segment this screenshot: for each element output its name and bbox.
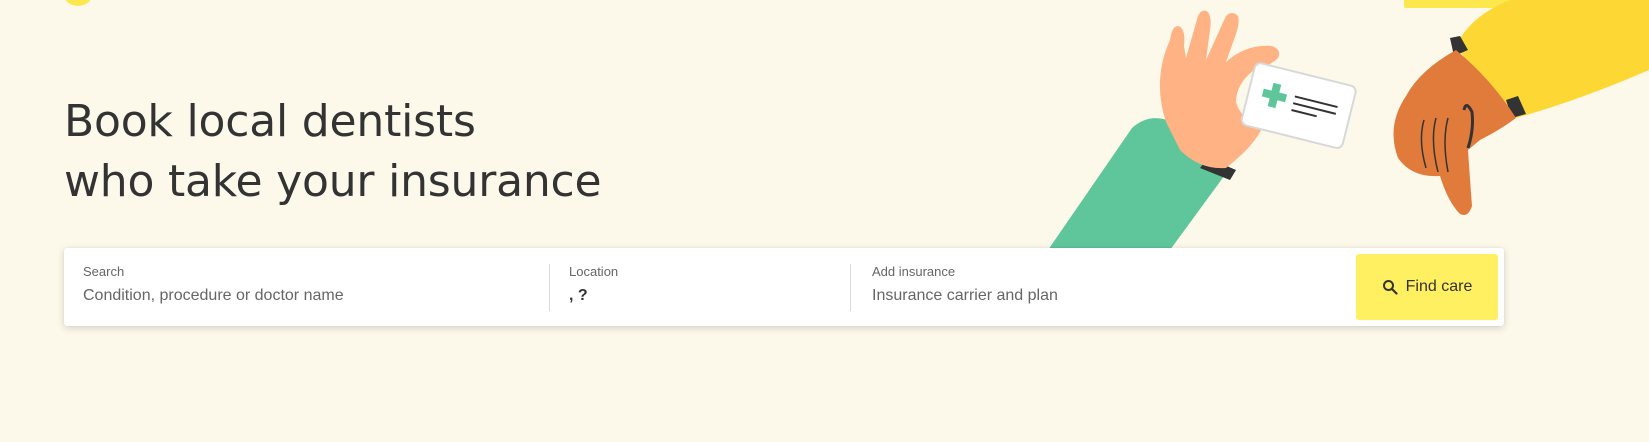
insurance-card-icon	[1240, 62, 1357, 149]
search-icon	[1382, 280, 1398, 295]
search-field[interactable]: Search	[64, 248, 550, 326]
headline-line-2: who take your insurance	[64, 156, 602, 207]
location-input[interactable]: , ?	[569, 286, 852, 306]
insurance-field[interactable]: Add insurance	[852, 248, 1352, 326]
search-label: Search	[83, 264, 125, 279]
location-field[interactable]: Location , ?	[550, 248, 852, 326]
field-divider	[850, 264, 851, 311]
headline-line-1: Book local dentists	[64, 96, 476, 147]
find-care-button[interactable]: Find care	[1356, 254, 1498, 320]
logo-icon[interactable]	[62, 0, 94, 6]
location-label: Location	[569, 264, 619, 279]
hands-passing-insurance-card-icon	[1048, 0, 1649, 250]
insurance-input[interactable]	[872, 286, 1352, 306]
find-care-label: Find care	[1405, 278, 1473, 295]
search-input[interactable]	[83, 286, 550, 306]
search-bar: Search Location , ? Add insurance Find c…	[64, 248, 1504, 326]
page-title: Book local dentists who take your insura…	[64, 92, 602, 212]
insurance-label: Add insurance	[872, 264, 956, 279]
